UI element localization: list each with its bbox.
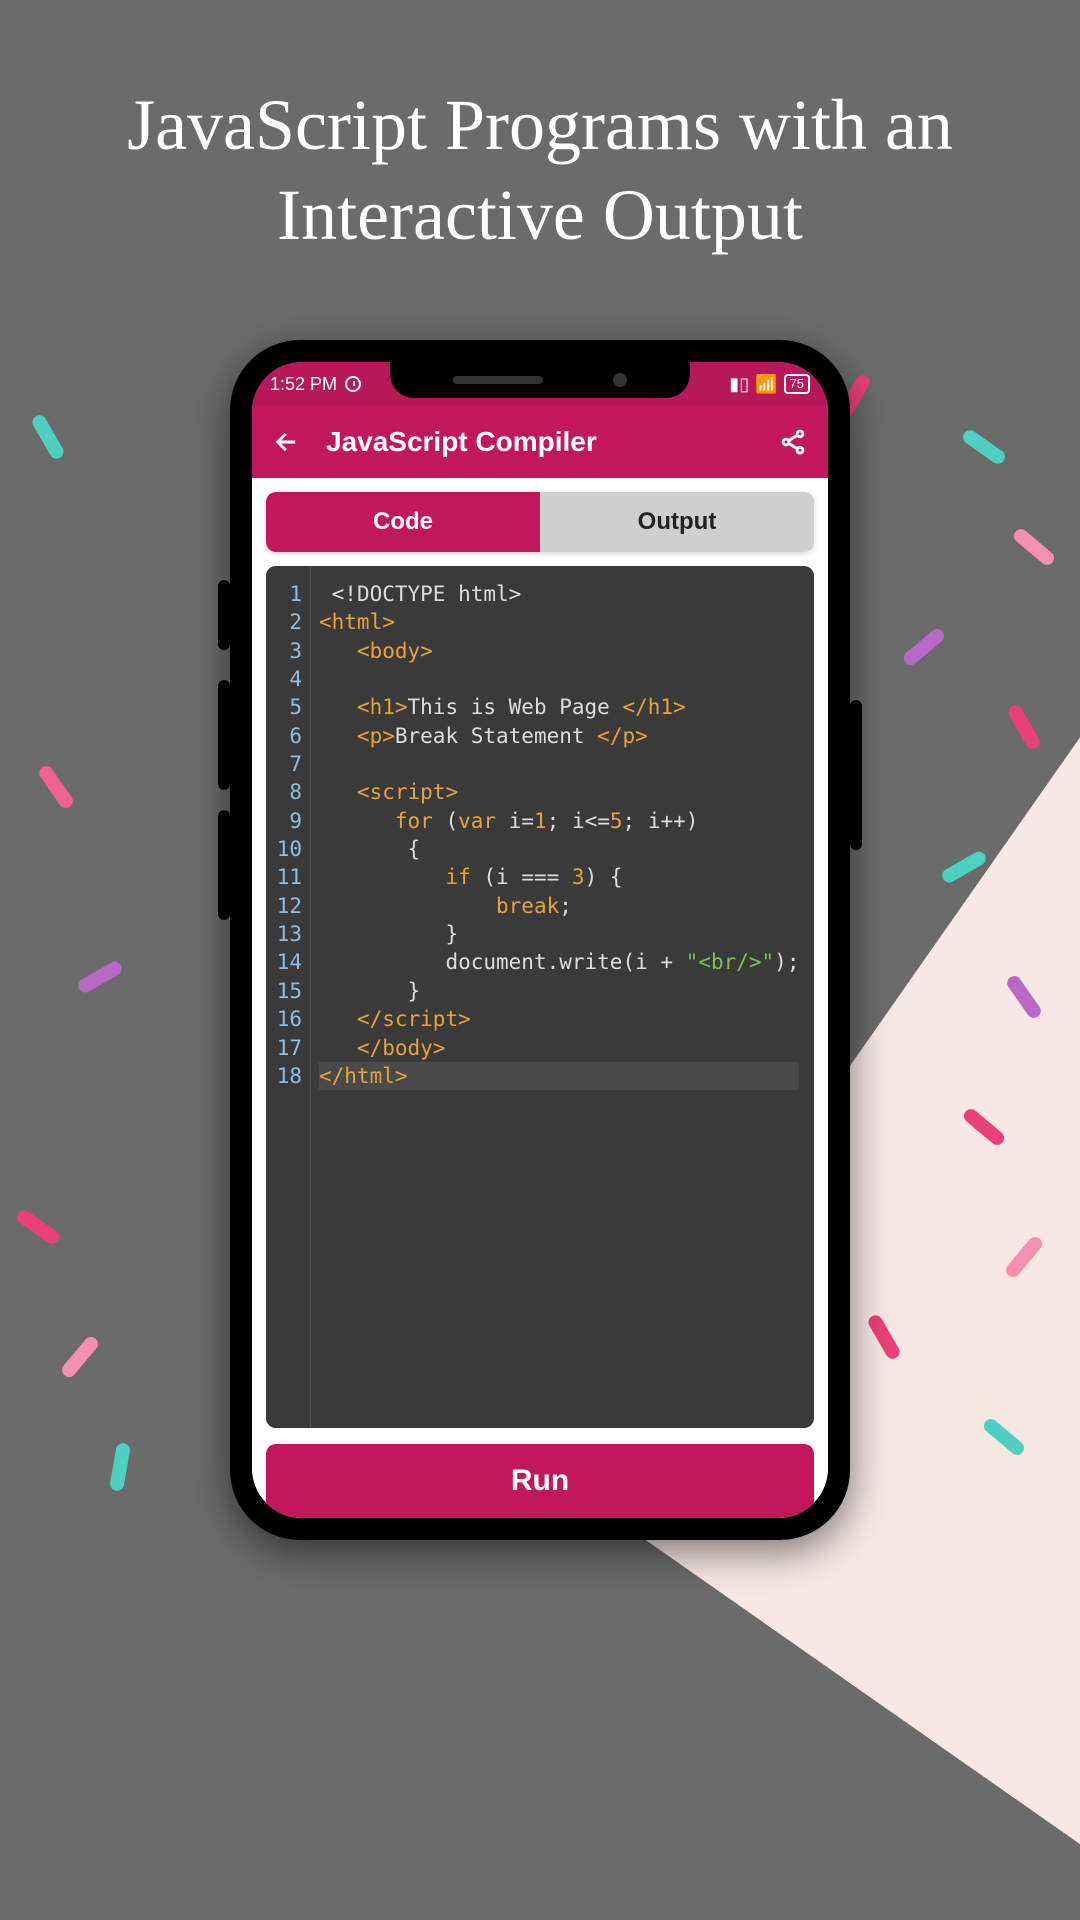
- code-line[interactable]: <html>: [319, 608, 799, 636]
- confetti-sprinkle: [76, 959, 125, 995]
- code-line[interactable]: <script>: [319, 778, 799, 806]
- share-icon: [779, 428, 807, 456]
- run-button[interactable]: Run: [266, 1444, 814, 1518]
- confetti-sprinkle: [14, 1208, 61, 1247]
- code-line[interactable]: {: [319, 835, 799, 863]
- line-gutter: 123456789101112131415161718: [266, 566, 311, 1428]
- speaker-grille: [453, 376, 543, 384]
- tab-code[interactable]: Code: [266, 492, 540, 552]
- code-editor[interactable]: 123456789101112131415161718 <!DOCTYPE ht…: [266, 566, 814, 1428]
- code-line[interactable]: </script>: [319, 1005, 799, 1033]
- cell-signal-icon: 📶: [755, 374, 777, 395]
- battery-indicator: 75: [784, 374, 810, 394]
- phone-volume-up: [218, 680, 230, 790]
- phone-side-button: [218, 580, 230, 650]
- status-time: 1:52 PM: [270, 374, 337, 395]
- phone-notch: [390, 362, 690, 398]
- code-line[interactable]: }: [319, 977, 799, 1005]
- arrow-left-icon: [273, 428, 301, 456]
- code-line[interactable]: <!DOCTYPE html>: [319, 580, 799, 608]
- alarm-icon: [345, 376, 361, 392]
- confetti-sprinkle: [1011, 526, 1057, 568]
- marketing-headline: JavaScript Programs with anInteractive O…: [0, 80, 1080, 260]
- code-line[interactable]: </html>: [319, 1062, 799, 1090]
- phone-screen: 1:52 PM ▮▯ 📶 75 JavaScript Compiler: [252, 362, 828, 1518]
- code-line[interactable]: </body>: [319, 1034, 799, 1062]
- code-line[interactable]: document.write(i + "<br/>");: [319, 948, 799, 976]
- confetti-sprinkle: [109, 1442, 131, 1492]
- confetti-sprinkle: [30, 413, 66, 462]
- confetti-sprinkle: [1006, 703, 1042, 752]
- confetti-sprinkle: [37, 763, 76, 810]
- code-line[interactable]: <h1>This is Web Page </h1>: [319, 693, 799, 721]
- promo-stage: JavaScript Programs with anInteractive O…: [0, 0, 1080, 1920]
- code-line[interactable]: }: [319, 920, 799, 948]
- phone-power-button: [850, 700, 862, 850]
- code-line[interactable]: for (var i=1; i<=5; i++): [319, 807, 799, 835]
- share-button[interactable]: [778, 427, 808, 457]
- app-title: JavaScript Compiler: [326, 426, 754, 458]
- confetti-sprinkle: [59, 1334, 101, 1380]
- app-bar: JavaScript Compiler: [252, 406, 828, 478]
- confetti-sprinkle: [901, 626, 947, 668]
- code-line[interactable]: [319, 665, 799, 693]
- back-button[interactable]: [272, 427, 302, 457]
- code-line[interactable]: [319, 750, 799, 778]
- phone-volume-down: [218, 810, 230, 920]
- code-line[interactable]: <p>Break Statement </p>: [319, 722, 799, 750]
- signal-icon: ▮▯: [729, 374, 749, 395]
- code-line[interactable]: break;: [319, 892, 799, 920]
- code-line[interactable]: <body>: [319, 637, 799, 665]
- code-area[interactable]: <!DOCTYPE html> <html> <body> <h1>This i…: [311, 566, 807, 1428]
- confetti-sprinkle: [960, 428, 1007, 467]
- front-camera: [613, 373, 627, 387]
- tab-row: Code Output: [252, 478, 828, 566]
- tab-output[interactable]: Output: [540, 492, 814, 552]
- code-line[interactable]: if (i === 3) {: [319, 863, 799, 891]
- phone-mockup: 1:52 PM ▮▯ 📶 75 JavaScript Compiler: [230, 340, 850, 1540]
